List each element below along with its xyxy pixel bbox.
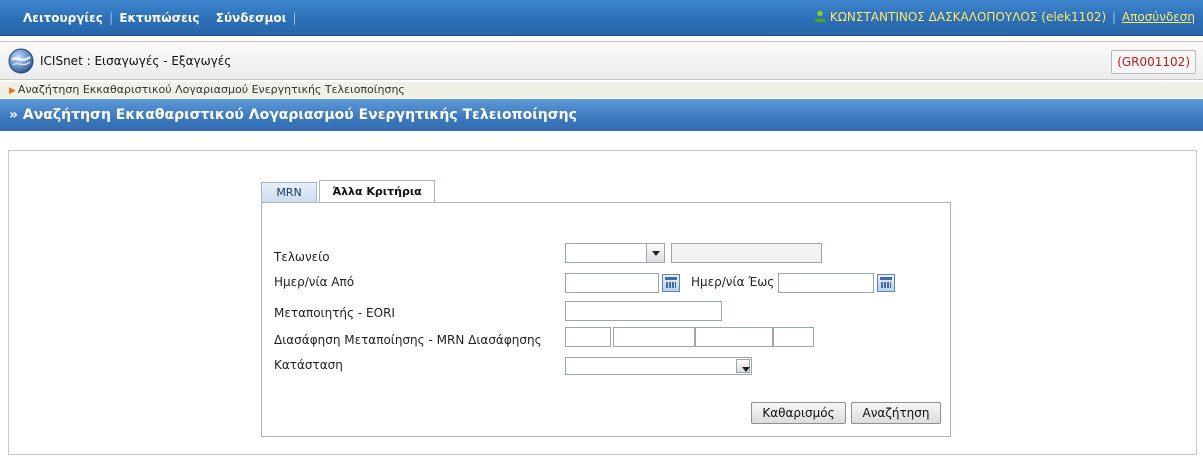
page-title: » Αναζήτηση Εκκαθαριστικού Λογαριασμού Ε… <box>9 107 577 123</box>
status-label: Κατάσταση <box>274 358 343 372</box>
top-menubar: Λειτουργίες | Εκτυπώσεις Σύνδεσμοι | ΚΩΝ… <box>0 0 1203 36</box>
tab-other-criteria[interactable]: Άλλα Κριτήρια <box>319 180 435 203</box>
breadcrumb-item[interactable]: Αναζήτηση Εκκαθαριστικού Λογαριασμού Ενε… <box>18 83 405 96</box>
user-area: ΚΩΝΣΤΑΝΤΙΝΟΣ ΔΑΣΚΑΛΟΠΟΥΛΟΣ (elek1102) | … <box>814 10 1195 24</box>
customs-code-select[interactable] <box>565 243 665 263</box>
eori-input[interactable] <box>565 301 722 321</box>
declaration-part-2[interactable] <box>613 327 695 347</box>
search-form: Τελωνείο Ημερ/νία Από Ημερ/νία Έως Μεταπ… <box>261 202 951 437</box>
app-title: ICISnet : Εισαγωγές - Εξαγωγές <box>40 54 232 68</box>
menu-separator <box>206 11 210 25</box>
user-separator: | <box>1112 10 1117 24</box>
tab-mrn[interactable]: MRN <box>261 182 317 202</box>
logout-link[interactable]: Αποσύνδεση <box>1122 10 1195 24</box>
office-code-badge: (GR001102) <box>1111 50 1196 74</box>
status-select[interactable] <box>565 357 752 375</box>
page-title-bar: » Αναζήτηση Εκκαθαριστικού Λογαριασμού Ε… <box>0 99 1203 131</box>
search-button[interactable]: Αναζήτηση <box>851 402 941 424</box>
user-name: ΚΩΝΣΤΑΝΤΙΝΟΣ ΔΑΣΚΑΛΟΠΟΥΛΟΣ (elek1102) <box>829 10 1107 24</box>
chevron-down-icon[interactable] <box>646 244 664 262</box>
declaration-part-3[interactable] <box>695 327 773 347</box>
declaration-label: Διασάφηση Μεταποίησης - MRN Διασάφησης <box>274 333 542 347</box>
user-icon <box>814 10 826 22</box>
customs-name-field <box>671 243 822 263</box>
menu-item-prints[interactable]: Εκτυπώσεις <box>119 11 199 25</box>
clear-button[interactable]: Καθαρισμός <box>751 402 846 424</box>
breadcrumb-arrow-icon: ▶ <box>9 86 16 96</box>
calendar-icon[interactable] <box>877 274 895 292</box>
menu-item-links[interactable]: Σύνδεσμοι <box>216 11 287 25</box>
customs-label: Τελωνείο <box>274 250 330 264</box>
declaration-part-4[interactable] <box>773 327 814 347</box>
declaration-part-1[interactable] <box>565 327 611 347</box>
date-to-label: Ημερ/νία Έως <box>691 275 775 289</box>
chevron-down-icon[interactable] <box>736 359 750 373</box>
date-from-input[interactable] <box>565 273 659 293</box>
menu-separator: | <box>292 11 297 25</box>
calendar-icon[interactable] <box>662 274 680 292</box>
menu-item-functions[interactable]: Λειτουργίες <box>23 11 103 25</box>
application-bar: ICISnet : Εισαγωγές - Εξαγωγές (GR001102… <box>0 41 1203 80</box>
main-menu: Λειτουργίες | Εκτυπώσεις Σύνδεσμοι | <box>23 11 298 25</box>
icisnet-globe-icon <box>8 48 34 74</box>
date-from-label: Ημερ/νία Από <box>274 275 355 289</box>
breadcrumb: ▶ Αναζήτηση Εκκαθαριστικού Λογαριασμού Εν… <box>0 82 1203 98</box>
date-to-input[interactable] <box>778 273 874 293</box>
menu-separator: | <box>109 11 114 25</box>
eori-label: Μεταποιητής - EORI <box>274 306 395 320</box>
